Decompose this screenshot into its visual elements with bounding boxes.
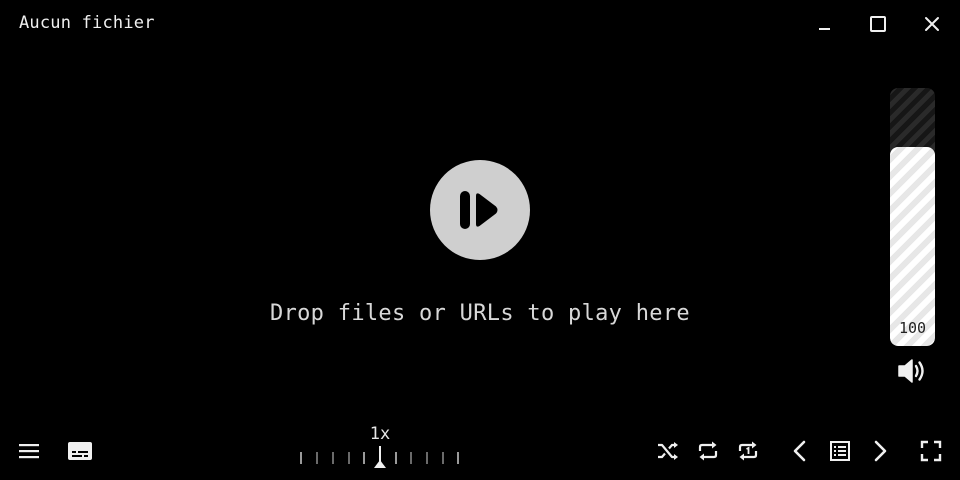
speed-slider[interactable] [296, 446, 466, 470]
speed-tick [348, 452, 350, 464]
menu-button[interactable] [14, 437, 44, 465]
speed-tick [316, 452, 318, 464]
menu-icon [19, 444, 39, 459]
fullscreen-button[interactable] [916, 437, 946, 465]
window-title: Aucun fichier [19, 13, 155, 33]
previous-icon [793, 440, 806, 462]
volume-slider[interactable]: 100 [890, 88, 935, 346]
speed-tick [395, 452, 397, 464]
next-button[interactable] [865, 437, 895, 465]
speed-tick [332, 452, 334, 464]
mute-button[interactable] [897, 357, 927, 385]
repeat-button[interactable] [693, 437, 723, 465]
player-window: Aucun fichier Drop files or URLs to play… [0, 0, 960, 480]
shuffle-button[interactable] [653, 437, 683, 465]
play-pause-icon [460, 191, 498, 229]
next-icon [874, 440, 887, 462]
playlist-icon [830, 441, 850, 461]
speed-tick [426, 452, 428, 464]
volume-value: 100 [898, 319, 927, 337]
subtitles-icon [68, 442, 92, 460]
maximize-button[interactable] [864, 10, 892, 38]
volume-fill [890, 147, 935, 346]
speed-label: 1x [369, 424, 391, 444]
speed-tick [363, 452, 365, 464]
close-icon [925, 17, 939, 31]
repeat-one-button[interactable] [733, 437, 763, 465]
shuffle-icon [658, 442, 678, 460]
playlist-button[interactable] [825, 437, 855, 465]
play-pause-button[interactable] [430, 160, 530, 260]
speed-tick [457, 452, 459, 464]
repeat-one-icon [738, 441, 758, 461]
repeat-icon [698, 441, 718, 461]
close-button[interactable] [918, 10, 946, 38]
speed-tick [442, 452, 444, 464]
speed-tick [410, 452, 412, 464]
speed-tick [300, 452, 302, 464]
drop-hint-text: Drop files or URLs to play here [270, 301, 690, 326]
maximize-icon [870, 16, 886, 32]
speed-needle-marker [374, 460, 386, 468]
subtitles-button[interactable] [65, 437, 95, 465]
previous-button[interactable] [785, 437, 815, 465]
fullscreen-icon [920, 440, 942, 462]
minimize-icon [819, 28, 830, 30]
minimize-button[interactable] [810, 10, 838, 38]
speaker-icon [898, 359, 924, 383]
